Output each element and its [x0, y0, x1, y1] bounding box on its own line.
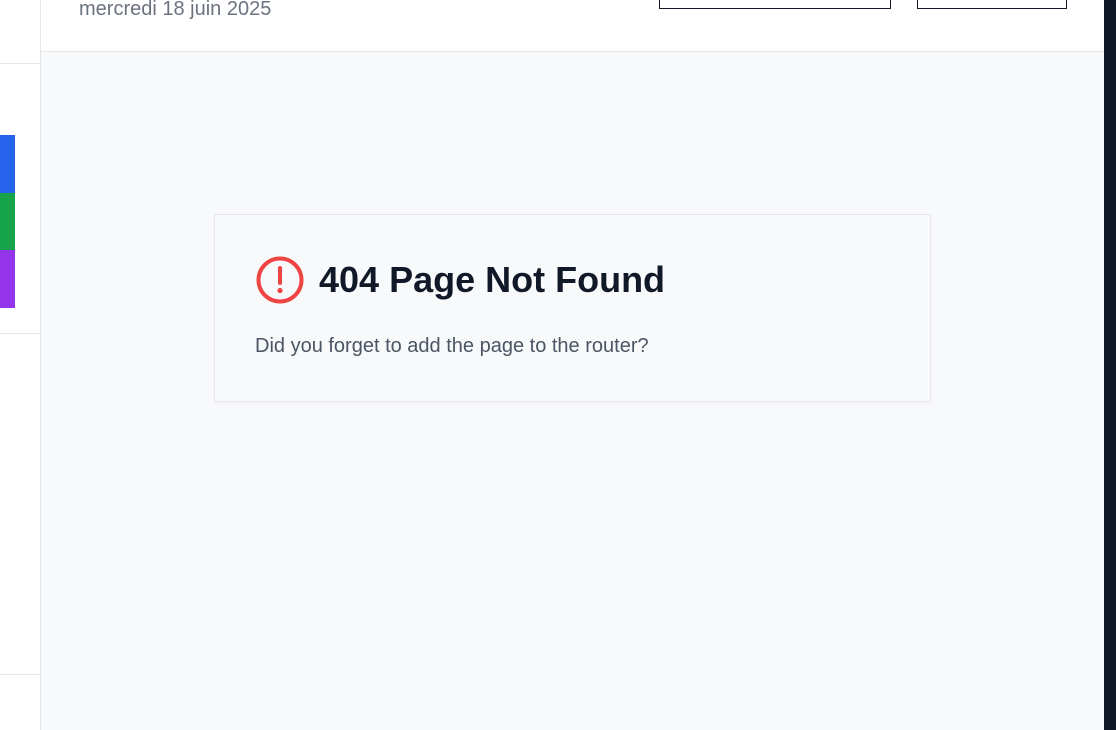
- error-message: Did you forget to add the page to the ro…: [255, 335, 649, 357]
- sidebar-divider: [0, 333, 41, 334]
- scrollbar[interactable]: [1104, 0, 1116, 730]
- sidebar-divider: [0, 63, 41, 64]
- top-header: mercredi 18 juin 2025: [41, 0, 1104, 52]
- alert-circle-icon: [255, 255, 305, 305]
- sidebar-item-purple[interactable]: [0, 250, 15, 308]
- sidebar-divider: [0, 674, 41, 675]
- current-date: mercredi 18 juin 2025: [79, 0, 272, 20]
- sidebar-item-green[interactable]: [0, 193, 15, 251]
- header-button[interactable]: [917, 0, 1067, 9]
- error-title-row: 404 Page Not Found: [255, 255, 665, 305]
- sidebar-item-blue[interactable]: [0, 135, 15, 193]
- sidebar: [0, 0, 41, 730]
- header-button[interactable]: [659, 0, 891, 9]
- error-card: 404 Page Not Found Did you forget to add…: [214, 214, 931, 402]
- error-title: 404 Page Not Found: [319, 259, 666, 300]
